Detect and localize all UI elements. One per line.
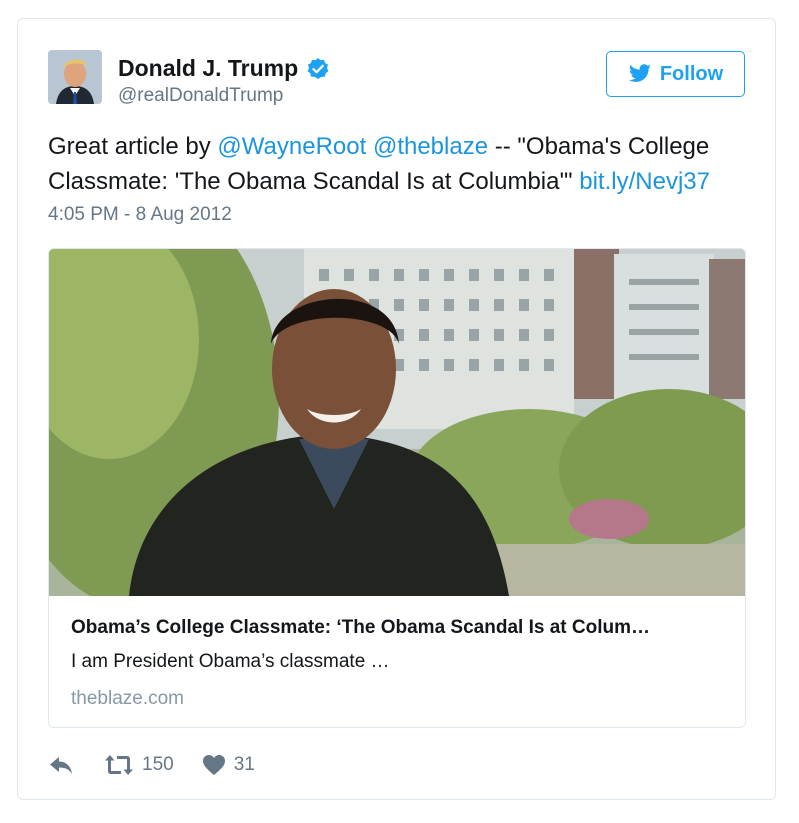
verified-badge-icon [306, 57, 330, 81]
retweet-count: 150 [142, 754, 174, 775]
mention-theblaze[interactable]: @theblaze [373, 133, 488, 160]
like-button[interactable]: 31 [202, 754, 255, 776]
timestamp[interactable]: 4:05 PM - 8 Aug 2012 [48, 204, 232, 226]
card-title[interactable]: Obama’s College Classmate: ‘The Obama Sc… [71, 617, 731, 639]
card-image [49, 249, 745, 596]
user-name[interactable]: Donald J. Trump [118, 55, 330, 82]
card-domain: theblaze.com [71, 688, 185, 709]
mention-wayneroot[interactable]: @WayneRoot [217, 133, 366, 160]
user-name-text[interactable]: Donald J. Trump [118, 55, 298, 82]
avatar[interactable] [48, 50, 102, 104]
reply-button[interactable] [48, 754, 74, 776]
retweet-button[interactable]: 150 [104, 754, 174, 776]
retweet-icon [105, 755, 133, 775]
tweet-text: Great article by @WayneRoot @theblaze --… [48, 129, 748, 199]
tweet-actions: 150 31 [48, 750, 255, 780]
follow-label: Follow [659, 62, 724, 85]
bird-icon [628, 64, 651, 82]
tweet-card: Donald J. Trump @realDonaldTrump Follow … [17, 18, 776, 800]
tweet-link[interactable]: bit.ly/Nevj37 [579, 168, 710, 195]
tweet-text-space [366, 133, 373, 160]
like-count: 31 [233, 754, 255, 775]
reply-icon [50, 757, 72, 774]
card-description: I am President Obama’s classmate … [71, 651, 390, 672]
follow-button[interactable]: Follow [606, 51, 745, 97]
heart-icon [202, 755, 225, 775]
user-handle[interactable]: @realDonaldTrump [118, 85, 283, 107]
tweet-text-prefix: Great article by [48, 133, 218, 160]
link-card[interactable]: Obama’s College Classmate: ‘The Obama Sc… [48, 248, 746, 728]
